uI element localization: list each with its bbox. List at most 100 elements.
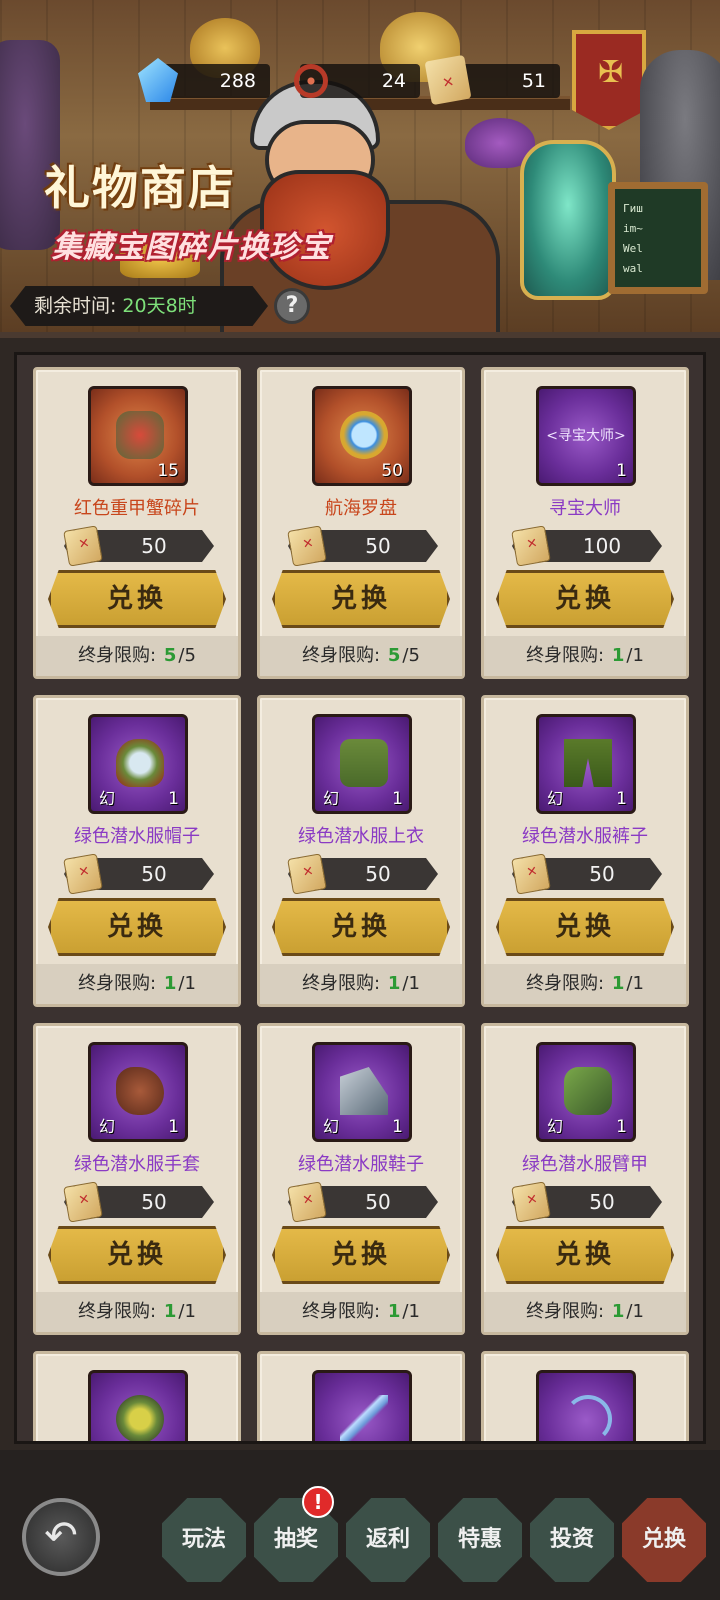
item-phantom-tag: 幻	[99, 1117, 116, 1136]
item-name: 绿色潜水服手套	[74, 1154, 200, 1175]
treasure-map-icon	[287, 525, 327, 567]
item-phantom-tag: 幻	[547, 1117, 564, 1136]
tab-exchange[interactable]: 兑换	[622, 1498, 706, 1582]
item-phantom-tag: 幻	[99, 789, 116, 808]
page-subtitle: 集藏宝图碎片换珍宝	[52, 230, 331, 265]
treasure-map-icon	[63, 525, 103, 567]
back-button[interactable]: ↶	[22, 1498, 100, 1576]
exchange-button[interactable]: 兑换	[496, 898, 674, 956]
item-icon-box[interactable]: 50	[312, 386, 412, 486]
item-quantity: 1	[616, 461, 627, 481]
purchase-limit-current: 1	[387, 1301, 401, 1322]
shop-item-card: <寻宝大师>1寻宝大师100兑换终身限购: 1/1	[481, 367, 689, 679]
item-icon-box[interactable]: 幻1	[312, 1042, 412, 1142]
treasure-map-icon	[287, 1181, 327, 1223]
purchase-limit: 终身限购: 5/5	[260, 636, 462, 676]
item-inner-label: <寻宝大师>	[546, 428, 626, 444]
item-quantity: 50	[381, 461, 403, 481]
purchase-limit-max: /1	[626, 1301, 644, 1322]
help-button[interactable]: ?	[274, 288, 310, 324]
purchase-limit-label: 终身限购:	[526, 1301, 605, 1322]
item-icon-box[interactable]: 幻1	[536, 1370, 636, 1444]
item-icon-box[interactable]: 幻1	[536, 714, 636, 814]
currency-wheel: 24	[294, 64, 420, 98]
exchange-button[interactable]: 兑换	[272, 570, 450, 628]
item-phantom-tag: 幻	[99, 1441, 115, 1444]
item-phantom-tag: 幻	[547, 1441, 563, 1444]
exchange-button[interactable]: 兑换	[496, 1226, 674, 1284]
treasure-map-icon	[63, 1181, 103, 1223]
item-compass-icon	[340, 411, 388, 459]
purchase-limit-label: 终身限购:	[526, 645, 605, 666]
item-icon-box[interactable]: 幻1	[312, 714, 412, 814]
item-grid-scroll[interactable]: 15红色重甲蟹碎片50兑换终身限购: 5/550航海罗盘50兑换终身限购: 5/…	[14, 352, 706, 1444]
shop-item-card: 15红色重甲蟹碎片50兑换终身限购: 5/5	[33, 367, 241, 679]
remaining-time-value: 20天8时	[122, 295, 197, 317]
purchase-limit-max: /1	[402, 1301, 420, 1322]
purchase-limit-current: 1	[611, 1301, 625, 1322]
item-phantom-tag: 幻	[323, 1117, 340, 1136]
purchase-limit: 终身限购: 1/1	[484, 964, 686, 1004]
purchase-limit-label: 终身限购:	[302, 973, 381, 994]
exchange-button[interactable]: 兑换	[272, 1226, 450, 1284]
pennant-decoration: ✠	[572, 30, 646, 130]
shop-item-card: 幻1绿色潜水服臂甲50兑换终身限购: 1/1	[481, 1023, 689, 1335]
currency-map: 51	[424, 54, 560, 106]
lottery-alert-badge: !	[302, 1486, 334, 1518]
item-phantom-tag: 幻	[323, 1441, 339, 1444]
shop-item-card: 幻1绿色潜水服裤子50兑换终身限购: 1/1	[481, 695, 689, 1007]
purchase-limit: 终身限购: 1/1	[36, 1292, 238, 1332]
item-icon-box[interactable]: 幻1	[312, 1370, 412, 1444]
purchase-limit-label: 终身限购:	[78, 1301, 157, 1322]
item-icon-box[interactable]: <寻宝大师> 1	[536, 386, 636, 486]
item-phantom-tag: 幻	[323, 789, 340, 808]
item-icon-box[interactable]: 幻1	[88, 714, 188, 814]
item-icon-box[interactable]: 15	[88, 386, 188, 486]
shop-item-card: 50航海罗盘50兑换终身限购: 5/5	[257, 367, 465, 679]
currency-gems: 288	[138, 58, 270, 102]
tab-invest[interactable]: 投资	[530, 1498, 614, 1582]
tab-gameplay[interactable]: 玩法	[162, 1498, 246, 1582]
item-name: 红色重甲蟹碎片	[74, 498, 200, 519]
tab-special-offer[interactable]: 特惠	[438, 1498, 522, 1582]
purchase-limit-label: 终身限购:	[302, 645, 381, 666]
exchange-button[interactable]: 兑换	[272, 898, 450, 956]
lantern-decoration	[520, 140, 616, 300]
currency-wheel-value: 24	[381, 70, 406, 92]
exchange-button[interactable]: 兑换	[48, 1226, 226, 1284]
tab-rebate[interactable]: 返利	[346, 1498, 430, 1582]
exchange-button[interactable]: 兑换	[48, 570, 226, 628]
item-icon-box[interactable]: 幻1	[88, 1042, 188, 1142]
shop-item-card: 幻1绿色潜水服帽子50兑换终身限购: 1/1	[33, 695, 241, 1007]
shop-item-card: 幻1	[33, 1351, 241, 1444]
purchase-limit: 终身限购: 1/1	[260, 1292, 462, 1332]
purchase-limit-current: 1	[387, 973, 401, 994]
shop-frame: 15红色重甲蟹碎片50兑换终身限购: 5/550航海罗盘50兑换终身限购: 5/…	[0, 332, 720, 1450]
purchase-limit: 终身限购: 1/1	[36, 964, 238, 1004]
item-quantity: 1	[392, 1117, 403, 1137]
item-quantity: 1	[392, 789, 403, 809]
treasure-map-icon	[511, 525, 551, 567]
purchase-limit-label: 终身限购:	[526, 973, 605, 994]
item-name: 绿色潜水服臂甲	[522, 1154, 648, 1175]
item-quantity: 1	[616, 1117, 627, 1137]
item-icon-box[interactable]: 幻1	[536, 1042, 636, 1142]
purchase-limit-max: /1	[402, 973, 420, 994]
item-arm-icon	[564, 1067, 612, 1115]
item-name: 航海罗盘	[325, 498, 397, 519]
item-name: 绿色潜水服上衣	[298, 826, 424, 847]
purchase-limit-max: /1	[626, 645, 644, 666]
item-icon-box[interactable]: 幻1	[88, 1370, 188, 1444]
shop-item-card: 幻1绿色潜水服鞋子50兑换终身限购: 1/1	[257, 1023, 465, 1335]
treasure-map-icon	[511, 853, 551, 895]
exchange-button[interactable]: 兑换	[48, 898, 226, 956]
page-title: 礼物商店	[44, 161, 236, 215]
bottom-nav: ↶ 玩法 抽奖 ! 返利 特惠 投资 兑换	[0, 1450, 720, 1600]
purchase-limit-current: 1	[163, 1301, 177, 1322]
purchase-limit-max: /1	[178, 973, 196, 994]
shop-item-card: 幻1绿色潜水服上衣50兑换终身限购: 1/1	[257, 695, 465, 1007]
item-shoe-icon	[340, 1067, 388, 1115]
item-bow-icon	[564, 1395, 612, 1441]
currency-gems-value: 288	[219, 70, 256, 92]
exchange-button[interactable]: 兑换	[496, 570, 674, 628]
